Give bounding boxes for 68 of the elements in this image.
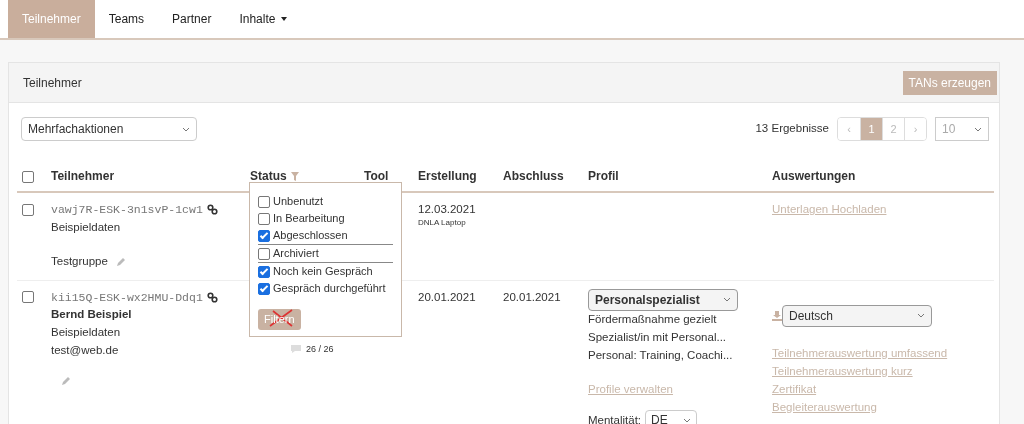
column-header: Abschluss bbox=[503, 169, 564, 183]
bulk-actions-select[interactable]: Mehrfachaktionen bbox=[21, 117, 197, 141]
option-label: Abgeschlossen bbox=[273, 228, 348, 243]
mentality-select[interactable]: DE bbox=[645, 410, 698, 424]
speech-bubble-icon bbox=[290, 344, 302, 355]
comment-count: 26 / 26 bbox=[306, 342, 334, 356]
created-date: 20.01.2021 bbox=[418, 289, 477, 305]
participant-code: vawj7R-ESK-3n1svP-1cw1 bbox=[51, 202, 203, 218]
panel-title: Teilnehmer bbox=[23, 74, 82, 92]
evaluation-link[interactable]: Teilnehmerauswertung umfassend bbox=[772, 345, 989, 363]
closed-date: 20.01.2021 bbox=[503, 289, 562, 305]
download-icon bbox=[772, 311, 782, 322]
manage-profiles-link[interactable]: Profile verwalten bbox=[588, 380, 762, 399]
column-header: Profil bbox=[588, 169, 619, 183]
language-select[interactable]: Deutsch bbox=[782, 304, 932, 328]
participant-code: kii15Q-ESK-wx2HMU-Ddq1 bbox=[51, 289, 203, 306]
chevron-icon bbox=[974, 126, 982, 132]
option-label: Unbenutzt bbox=[273, 194, 324, 209]
profile-text: Spezialist/in mit Personal... bbox=[588, 329, 728, 345]
column-header: Erstellung bbox=[418, 169, 477, 183]
checkbox[interactable] bbox=[258, 282, 270, 295]
checkbox[interactable] bbox=[258, 265, 270, 278]
participant-detail: Beispieldaten bbox=[51, 325, 122, 341]
checkbox[interactable] bbox=[258, 229, 270, 242]
participant-name: Bernd Beispiel bbox=[51, 307, 133, 323]
chevron-icon bbox=[723, 297, 731, 303]
participant-detail: test@web.de bbox=[51, 342, 120, 358]
evaluation-link[interactable]: Unterlagen Hochladen bbox=[772, 201, 989, 219]
checkbox[interactable] bbox=[258, 195, 270, 208]
group-name: Testgruppe bbox=[51, 253, 108, 269]
evaluation-link[interactable]: Teilnehmerauswertung kurz bbox=[772, 362, 989, 381]
profile-text: Fördermaßnahme gezielt bbox=[588, 312, 718, 328]
pagination-button[interactable]: › bbox=[904, 118, 926, 140]
column-header: Teilnehmer bbox=[51, 169, 115, 183]
option-label: In Bearbeitung bbox=[273, 211, 345, 226]
checkbox[interactable] bbox=[258, 212, 270, 225]
nav-tab[interactable]: Teilnehmer bbox=[8, 0, 95, 38]
option-label: Archiviert bbox=[273, 246, 319, 261]
chevron-icon bbox=[683, 418, 692, 424]
pagination-button[interactable]: 1 bbox=[860, 118, 882, 140]
option-label: Gespräch durchgeführt bbox=[273, 281, 386, 296]
results-count: 13 Ergebnisse bbox=[755, 121, 829, 137]
checkbox[interactable] bbox=[22, 291, 34, 304]
caret-icon bbox=[279, 16, 290, 22]
profile-text: Personal: Training, Coachi... bbox=[588, 347, 734, 363]
checkbox[interactable] bbox=[258, 247, 270, 260]
chevron-icon bbox=[182, 126, 190, 132]
checkbox[interactable] bbox=[22, 170, 34, 183]
column-header: Tool bbox=[364, 169, 389, 183]
chevron-icon bbox=[917, 313, 925, 319]
nav-tab[interactable]: Inhalte bbox=[225, 0, 304, 38]
evaluation-link[interactable]: Begleiterauswertung bbox=[772, 398, 989, 417]
link-icon bbox=[206, 291, 218, 303]
option-label: Noch kein Gespräch bbox=[273, 264, 373, 279]
device-label: DNLA Laptop bbox=[418, 218, 467, 227]
generate-button[interactable]: TANs erzeugen bbox=[902, 70, 997, 95]
column-header: Auswertungen bbox=[772, 169, 856, 183]
checkbox[interactable] bbox=[22, 203, 34, 216]
mentality-label: Mentalität: bbox=[588, 412, 642, 424]
page-size-select[interactable]: 10 bbox=[935, 117, 989, 141]
nav-tab[interactable]: Teams bbox=[94, 0, 159, 38]
participant-detail: Beispieldaten bbox=[51, 219, 122, 235]
evaluation-link[interactable]: Zertifikat bbox=[772, 380, 989, 399]
link-icon bbox=[206, 204, 218, 216]
profile-select[interactable]: Personalspezialist bbox=[588, 288, 738, 312]
column-header: Status bbox=[250, 169, 287, 183]
created-date: 12.03.2021 bbox=[418, 202, 477, 217]
nav-tab[interactable]: Partner bbox=[158, 0, 226, 38]
